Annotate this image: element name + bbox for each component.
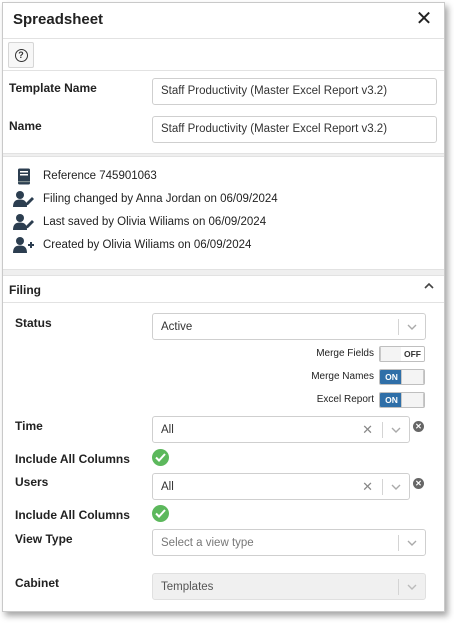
chevron-up-icon[interactable] <box>424 281 434 293</box>
template-name-field[interactable]: Staff Productivity (Master Excel Report … <box>152 78 437 105</box>
toggle-knob <box>401 370 424 384</box>
cabinet-value: Templates <box>161 581 214 593</box>
book-icon <box>13 167 35 185</box>
time-label: Time <box>15 419 43 433</box>
include-all-columns-check-icon[interactable] <box>152 449 169 466</box>
info-text: Created by Olivia Wiliams on 06/09/2024 <box>43 239 252 251</box>
filing-section: Filing Status Active Merge Fields OFF Me… <box>3 275 444 611</box>
merge-names-toggle[interactable]: ON <box>379 369 425 385</box>
filing-header[interactable]: Filing <box>3 276 444 303</box>
view-type-label: View Type <box>15 532 73 546</box>
user-edit-icon <box>13 213 35 231</box>
chevron-down-icon <box>407 324 417 330</box>
include-all-columns-check-icon[interactable] <box>152 505 169 522</box>
chevron-down-icon <box>391 427 401 433</box>
filing-title: Filing <box>9 283 41 297</box>
select-separator <box>398 535 399 551</box>
chevron-down-icon <box>407 540 417 546</box>
status-select[interactable]: Active <box>152 313 426 340</box>
toggle-state: OFF <box>401 347 424 361</box>
chevron-down-icon <box>391 484 401 490</box>
name-section: Template Name Staff Productivity (Master… <box>3 71 444 154</box>
status-label: Status <box>15 316 52 330</box>
chevron-down-icon <box>407 584 417 590</box>
name-label: Name <box>9 119 42 133</box>
users-label: Users <box>15 475 49 489</box>
toggle-state: ON <box>380 370 403 384</box>
select-separator <box>398 579 399 595</box>
info-row-filing-changed: Filing changed by Anna Jordan on 06/09/2… <box>13 189 278 209</box>
info-section: Reference 745901063 Filing changed by An… <box>3 156 444 270</box>
toggle-state: ON <box>380 393 403 407</box>
merge-fields-label: Merge Fields <box>316 348 374 359</box>
select-separator <box>382 422 383 438</box>
info-row-last-saved: Last saved by Olivia Wiliams on 06/09/20… <box>13 212 266 232</box>
user-add-icon <box>13 236 35 254</box>
help-button[interactable]: ? <box>8 42 34 68</box>
remove-time-icon[interactable]: ✕ <box>413 421 424 432</box>
users-value: All <box>161 481 174 493</box>
toggle-knob <box>401 393 424 407</box>
info-text: Reference 745901063 <box>43 170 157 182</box>
help-icon: ? <box>14 48 28 62</box>
dialog-titlebar: Spreadsheet ✕ <box>3 3 444 39</box>
select-separator <box>398 319 399 335</box>
dialog-title: Spreadsheet <box>13 11 104 28</box>
excel-report-label: Excel Report <box>316 394 374 405</box>
info-text: Last saved by Olivia Wiliams on 06/09/20… <box>43 216 267 228</box>
users-select[interactable]: All ✕ <box>152 473 410 500</box>
template-name-label: Template Name <box>9 81 97 95</box>
clear-icon[interactable]: ✕ <box>362 422 373 438</box>
merge-fields-toggle[interactable]: OFF <box>379 346 425 362</box>
info-row-created: Created by Olivia Wiliams on 06/09/2024 <box>13 235 251 255</box>
toggle-knob <box>380 347 403 361</box>
user-edit-icon <box>13 190 35 208</box>
time-select[interactable]: All ✕ <box>152 416 410 443</box>
excel-report-toggle[interactable]: ON <box>379 392 425 408</box>
info-text: Filing changed by Anna Jordan on 06/09/2… <box>43 193 278 205</box>
status-value: Active <box>161 321 193 333</box>
merge-names-label: Merge Names <box>311 371 374 382</box>
cabinet-select: Templates <box>152 573 426 600</box>
name-field[interactable]: Staff Productivity (Master Excel Report … <box>152 116 437 143</box>
cabinet-label: Cabinet <box>15 576 60 590</box>
clear-icon[interactable]: ✕ <box>362 479 373 495</box>
include-all-columns-label: Include All Columns <box>15 452 130 466</box>
info-row-reference: Reference 745901063 <box>13 166 157 186</box>
close-icon[interactable]: ✕ <box>414 9 434 29</box>
remove-users-icon[interactable]: ✕ <box>413 478 424 489</box>
spreadsheet-dialog: Spreadsheet ✕ ? Template Name Staff Prod… <box>2 2 445 612</box>
include-all-columns-label: Include All Columns <box>15 508 130 522</box>
toolbar: ? <box>3 39 444 71</box>
select-separator <box>382 479 383 495</box>
view-type-select[interactable]: Select a view type <box>152 529 426 556</box>
view-type-placeholder: Select a view type <box>161 537 254 549</box>
time-value: All <box>161 424 174 436</box>
